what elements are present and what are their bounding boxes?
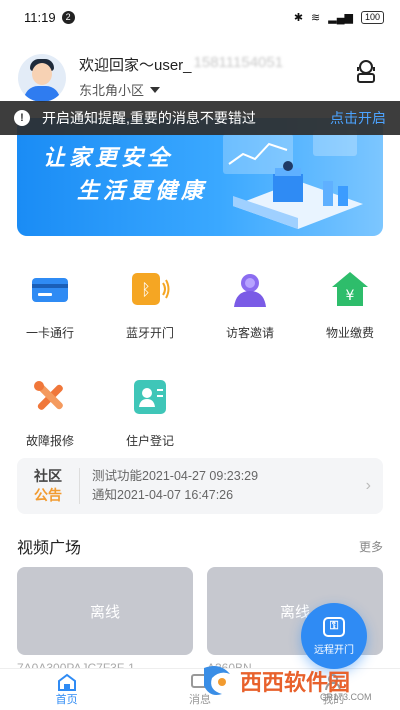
smart-home-illustration [223,130,363,229]
banner-line-1: 让家更安全 [43,145,174,170]
video-card[interactable]: 离线 [17,567,193,655]
bluetooth-icon: ✱ [293,11,304,24]
service-label: 一卡通行 [25,326,74,340]
announcement-tag-top: 社区 [34,468,62,484]
service-label: 住户登记 [125,434,174,448]
more-link[interactable]: 更多 [359,538,383,555]
remote-open-door-label: 远程开门 [314,644,354,656]
status-bar: 11:19 2 ✱ ≋ ▂▄▆ 100 [0,0,400,34]
header: 欢迎回家～user_ 15811154051 东北角小区 [0,34,400,104]
service-label: 故障报修 [25,434,74,448]
notification-count-badge: 2 [61,10,75,24]
banner-line-2: 生活更健康 [77,178,208,203]
svg-text:¥: ¥ [346,288,355,304]
tab-home[interactable]: 首页 [0,669,133,710]
enable-notification-link[interactable]: 点击开启 [330,108,386,128]
bluetooth-door-icon: ᛒ [132,273,170,305]
card-icon [32,278,68,302]
tab-label: 首页 [55,694,78,706]
repair-icon [34,381,63,410]
announcement-item: 测试功能2021-04-27 09:23:29 [92,469,259,483]
section-title: 视频广场 [17,540,82,557]
svg-text:ᛒ: ᛒ [141,280,151,299]
customer-service-icon[interactable] [354,58,378,84]
community-announcement[interactable]: 社区 公告 测试功能2021-04-27 09:23:29 通知2021-04-… [17,458,383,514]
video-section-header: 视频广场 更多 [17,534,383,558]
welcome-text: 欢迎回家～user_ 15811154051 [79,54,283,75]
announcement-tag-bottom: 公告 [34,487,62,503]
service-property-payment[interactable]: ¥ 物业缴费 [300,262,400,370]
announcement-item: 通知2021-04-07 16:47:26 [92,488,234,502]
home-icon [57,673,76,691]
info-icon: ! [14,110,30,126]
community-name: 东北角小区 [79,83,145,98]
service-grid: 一卡通行 ᛒ 蓝牙开门 访客邀请 ¥ 物业缴费 故障报修 住户登记 [0,262,400,478]
service-label: 蓝牙开门 [125,326,174,340]
divider [79,468,80,504]
announcement-tag: 社区 公告 [17,467,79,505]
signal-icon: ▂▄▆ [328,11,353,24]
chevron-right-icon: › [365,477,371,494]
service-bluetooth-door[interactable]: ᛒ 蓝牙开门 [100,262,200,370]
key-icon: ⚿ [323,616,345,637]
chevron-down-icon [150,86,161,93]
notification-prompt-bar: ! 开启通知提醒,重要的消息不要错过 点击开启 [0,101,400,135]
wifi-icon: ≋ [311,11,321,24]
payment-icon: ¥ [332,272,368,306]
notification-prompt-text: 开启通知提醒,重要的消息不要错过 [42,110,256,126]
avatar[interactable] [18,54,66,102]
promo-banner[interactable]: 让家更安全 生活更健康 [17,118,383,236]
service-visitor-invite[interactable]: 访客邀请 [200,262,300,370]
service-label: 物业缴费 [325,326,374,340]
service-card-pass[interactable]: 一卡通行 [0,262,100,370]
username-blurred: 15811154051 [193,54,284,71]
service-label: 访客邀请 [225,326,274,340]
welcome-label: 欢迎回家～user_ [79,57,192,74]
status-time: 11:19 [24,9,56,25]
battery-icon: 100 [360,10,384,24]
visitor-icon [234,274,266,307]
register-icon [134,380,166,414]
site-watermark-logo: 西西软件园 CR173.COM [204,666,372,702]
watermark-url: CR173.COM [320,692,372,702]
video-status: 离线 [89,603,120,621]
community-selector[interactable]: 东北角小区 [79,80,283,99]
